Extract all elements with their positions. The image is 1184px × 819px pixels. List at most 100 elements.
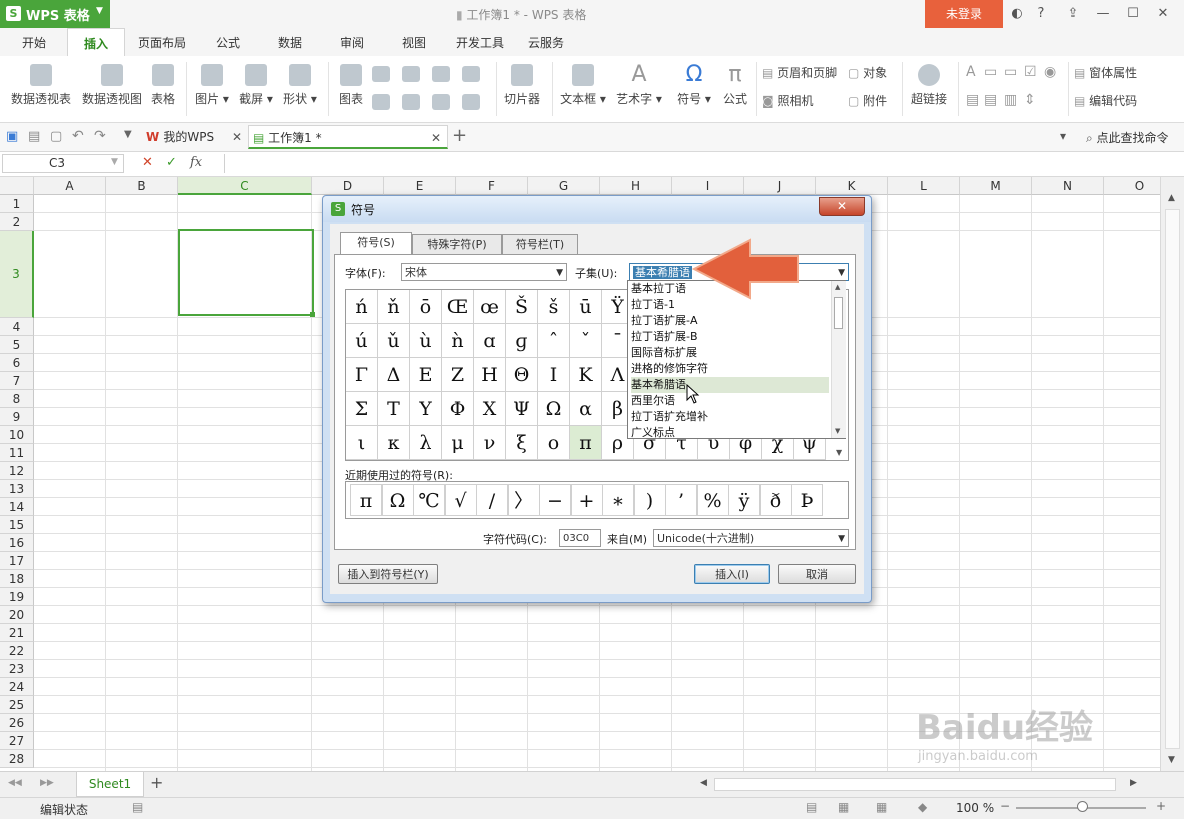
- row-header[interactable]: 9: [0, 408, 34, 426]
- column-header[interactable]: J: [744, 177, 816, 195]
- row-header[interactable]: 1: [0, 195, 34, 213]
- recent-symbol-cell[interactable]: π: [350, 484, 382, 516]
- picture-button[interactable]: 图片 ▾: [192, 64, 232, 107]
- row-header[interactable]: 16: [0, 534, 34, 552]
- combobox-control-icon[interactable]: ▤: [984, 92, 997, 108]
- row-header[interactable]: 2: [0, 213, 34, 231]
- column-chart-icon[interactable]: [372, 66, 390, 82]
- symbol-cell[interactable]: Δ: [378, 358, 410, 392]
- pivot-table-button[interactable]: 数据透视表: [8, 64, 74, 107]
- subset-option[interactable]: 西里尔语: [631, 393, 829, 409]
- tab-cloud[interactable]: 云服务: [520, 28, 572, 56]
- first-sheet-icon[interactable]: ◀◀: [8, 778, 22, 788]
- insert-to-symbol-bar-button[interactable]: 插入到符号栏(Y): [338, 564, 438, 584]
- symbol-cell[interactable]: ǔ: [378, 324, 410, 358]
- column-header[interactable]: F: [456, 177, 528, 195]
- scroll-left-icon[interactable]: ◀: [700, 778, 707, 788]
- tab-review[interactable]: 审阅: [326, 28, 378, 56]
- minimize-icon[interactable]: —: [1092, 4, 1114, 24]
- symbol-cell[interactable]: Σ: [346, 392, 378, 426]
- recent-symbol-cell[interactable]: /: [476, 484, 508, 516]
- symbol-cell[interactable]: ú: [346, 324, 378, 358]
- other-chart-icon[interactable]: [462, 94, 480, 110]
- column-header[interactable]: L: [888, 177, 960, 195]
- row-header[interactable]: 5: [0, 336, 34, 354]
- column-header[interactable]: K: [816, 177, 888, 195]
- row-header[interactable]: 23: [0, 660, 34, 678]
- spinner-control-icon[interactable]: ⇕: [1024, 92, 1036, 108]
- symbol-cell[interactable]: ɑ: [474, 324, 506, 358]
- column-header[interactable]: I: [672, 177, 744, 195]
- normal-view-icon[interactable]: ▤: [806, 800, 817, 814]
- tab-page-layout[interactable]: 页面布局: [132, 28, 192, 56]
- maximize-icon[interactable]: ☐: [1122, 4, 1144, 24]
- redo-icon[interactable]: ↷: [94, 128, 106, 144]
- symbol-cell[interactable]: ξ: [506, 426, 538, 460]
- chevron-down-icon[interactable]: ▼: [111, 157, 118, 167]
- row-header[interactable]: 25: [0, 696, 34, 714]
- tab-special-chars[interactable]: 特殊字符(P): [412, 234, 502, 254]
- row-header[interactable]: 13: [0, 480, 34, 498]
- add-sheet-icon[interactable]: +: [150, 773, 163, 792]
- pie-chart-icon[interactable]: [432, 94, 450, 110]
- selected-cell-c3[interactable]: [178, 229, 314, 316]
- row-header[interactable]: 6: [0, 354, 34, 372]
- font-select[interactable]: 宋体 ▼: [401, 263, 567, 281]
- column-header[interactable]: B: [106, 177, 178, 195]
- symbol-cell[interactable]: ο: [538, 426, 570, 460]
- recent-symbol-cell[interactable]: ∗: [602, 484, 634, 516]
- symbol-cell[interactable]: ǹ: [442, 324, 474, 358]
- symbol-cell[interactable]: Ζ: [442, 358, 474, 392]
- tab-my-wps[interactable]: W 我的WPS ✕: [146, 125, 246, 149]
- symbol-button[interactable]: Ω 符号 ▾: [674, 64, 714, 107]
- recent-symbol-cell[interactable]: Þ: [791, 484, 823, 516]
- button-control-icon[interactable]: ▭: [1004, 64, 1017, 80]
- tab-symbol[interactable]: 符号(S): [340, 232, 412, 255]
- scroll-thumb[interactable]: [1165, 209, 1180, 749]
- scroll-up-icon[interactable]: ▲: [835, 283, 840, 291]
- print-icon[interactable]: ▤: [28, 129, 40, 144]
- row-header[interactable]: 21: [0, 624, 34, 642]
- tab-workbook[interactable]: ▤ 工作簿1 * ✕: [248, 125, 448, 149]
- bar-chart-icon[interactable]: [402, 66, 420, 82]
- column-header[interactable]: D: [312, 177, 384, 195]
- symbol-cell[interactable]: ˆ: [538, 324, 570, 358]
- scroll-down-icon[interactable]: ▼: [835, 427, 840, 435]
- scroll-down-icon[interactable]: ▼: [1168, 755, 1175, 765]
- close-icon[interactable]: ✕: [1152, 4, 1174, 24]
- line-chart-icon[interactable]: [432, 66, 450, 82]
- from-select[interactable]: Unicode(十六进制) ▼: [653, 529, 849, 547]
- symbol-cell[interactable]: ɡ: [506, 324, 538, 358]
- symbol-cell[interactable]: π: [570, 426, 602, 460]
- formula-button[interactable]: π 公式: [718, 64, 752, 107]
- header-footer-button[interactable]: ▤ 页眉和页脚: [762, 64, 846, 81]
- subset-option[interactable]: 进格的修饰字符: [631, 361, 829, 377]
- symbol-cell[interactable]: Š: [506, 290, 538, 324]
- edit-code-button[interactable]: ▤ 编辑代码: [1074, 92, 1174, 109]
- tab-developer[interactable]: 开发工具: [450, 28, 510, 56]
- form-properties-button[interactable]: ▤ 窗体属性: [1074, 64, 1174, 81]
- pivot-chart-button[interactable]: 数据透视图: [80, 64, 144, 107]
- hyperlink-button[interactable]: 超链接: [906, 64, 952, 107]
- symbol-cell[interactable]: ù: [410, 324, 442, 358]
- insert-function-icon[interactable]: fx: [190, 155, 202, 170]
- scroll-right-icon[interactable]: ▶: [1130, 778, 1137, 788]
- row-header[interactable]: 19: [0, 588, 34, 606]
- symbol-cell[interactable]: α: [570, 392, 602, 426]
- column-header[interactable]: G: [528, 177, 600, 195]
- undo-icon[interactable]: ↶: [72, 128, 84, 144]
- zoom-out-icon[interactable]: −: [1000, 799, 1010, 813]
- checkbox-control-icon[interactable]: ☑: [1024, 64, 1037, 80]
- tab-symbol-bar[interactable]: 符号栏(T): [502, 234, 578, 254]
- symbol-cell[interactable]: Τ: [378, 392, 410, 426]
- new-tab-icon[interactable]: +: [452, 125, 467, 146]
- close-tab-icon[interactable]: ✕: [232, 125, 242, 149]
- close-tab-icon[interactable]: ✕: [431, 126, 441, 150]
- customize-chevron-icon[interactable]: ▼: [124, 129, 132, 140]
- row-header[interactable]: 17: [0, 552, 34, 570]
- feedback-icon[interactable]: ▾: [1060, 129, 1066, 143]
- row-header[interactable]: 28: [0, 750, 34, 768]
- symbol-cell[interactable]: ń: [346, 290, 378, 324]
- recent-symbols[interactable]: π Ω ℃ √ / 〉 − + ∗)’% ÿ ð Þ: [345, 481, 849, 519]
- symbol-cell[interactable]: λ: [410, 426, 442, 460]
